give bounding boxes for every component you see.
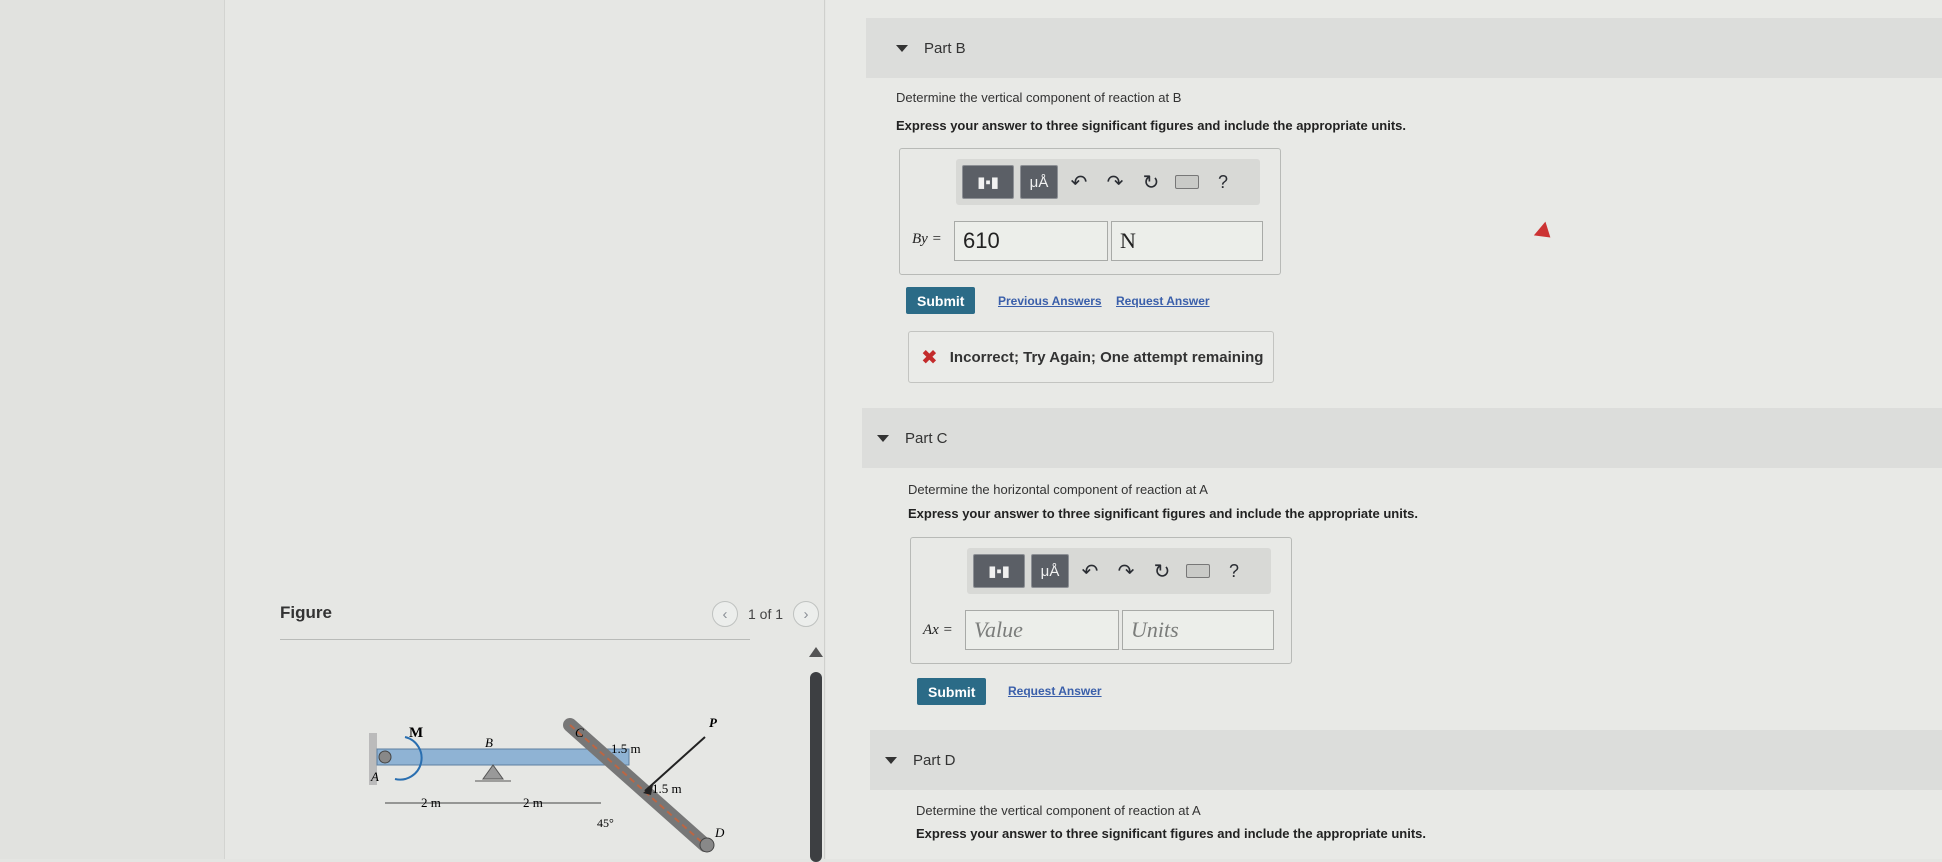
dim-pd-text: 1.5 m xyxy=(652,781,682,796)
feedback-text: Incorrect; Try Again; One attempt remain… xyxy=(949,348,1264,366)
collapse-caret-icon xyxy=(896,44,908,52)
figure-scrollbar-thumb[interactable] xyxy=(810,672,822,862)
part-b-value-input[interactable]: 610 xyxy=(954,221,1108,261)
collapse-caret-icon xyxy=(885,756,897,764)
label-m: M xyxy=(409,725,423,741)
label-c: C xyxy=(575,725,584,740)
part-b-variable-label: By = xyxy=(912,231,942,247)
redo-icon[interactable]: ↷ xyxy=(1100,165,1130,199)
part-c-question: Determine the horizontal component of re… xyxy=(908,482,1208,497)
request-answer-link-c[interactable]: Request Answer xyxy=(1008,684,1102,698)
beam-diagram: M A B C P D 2 m 2 m 1.5 m 1.5 m 45° xyxy=(369,715,725,853)
part-d-question: Determine the vertical component of reac… xyxy=(916,803,1201,818)
label-d: D xyxy=(714,825,725,840)
left-gutter xyxy=(0,0,225,859)
label-p: P xyxy=(709,715,718,730)
template-icon: ▮▪▮ xyxy=(988,563,1010,580)
part-c-toolbar: ▮▪▮ μÅ ↶ ↷ ↻ ? xyxy=(967,548,1271,594)
dim-bc-text: 2 m xyxy=(523,795,543,810)
pager-text: 1 of 1 xyxy=(748,606,784,622)
template-icon: ▮▪▮ xyxy=(977,174,999,191)
keyboard-icon[interactable] xyxy=(1172,165,1202,199)
figure-divider xyxy=(280,639,750,640)
label-a: A xyxy=(370,769,379,784)
help-button[interactable]: ? xyxy=(1208,165,1238,199)
reset-icon[interactable]: ↻ xyxy=(1147,554,1177,588)
part-c-instruction: Express your answer to three significant… xyxy=(908,506,1418,521)
part-c-units-input[interactable]: Units xyxy=(1122,610,1274,650)
part-b-instruction: Express your answer to three significant… xyxy=(896,118,1406,133)
collapse-caret-icon xyxy=(877,434,889,442)
undo-icon[interactable]: ↶ xyxy=(1075,554,1105,588)
next-figure-button[interactable]: › xyxy=(793,601,820,627)
part-c-header[interactable]: Part C xyxy=(862,408,1942,468)
part-d-instruction: Express your answer to three significant… xyxy=(916,826,1426,841)
scroll-up-arrow-icon[interactable] xyxy=(809,647,823,657)
part-c-value-input[interactable]: Value xyxy=(965,610,1119,650)
template-button[interactable]: ▮▪▮ xyxy=(962,165,1014,199)
redo-icon[interactable]: ↷ xyxy=(1111,554,1141,588)
reset-icon[interactable]: ↻ xyxy=(1136,165,1166,199)
part-c-answer-box: ▮▪▮ μÅ ↶ ↷ ↻ ? Ax = Value Units xyxy=(910,537,1292,664)
figure-pager: ‹ 1 of 1 › xyxy=(712,601,820,627)
figure-label: Figure xyxy=(280,603,332,622)
part-b-title: Part B xyxy=(924,39,966,57)
figure-panel: Figure ‹ 1 of 1 › M A B C P D 2 m 2 m 1.… xyxy=(225,0,825,862)
part-c-submit-button[interactable]: Submit xyxy=(917,678,987,705)
help-button[interactable]: ? xyxy=(1219,554,1249,588)
part-b-question: Determine the vertical component of reac… xyxy=(896,90,1182,105)
mouse-cursor-icon xyxy=(1533,221,1557,245)
chevron-left-icon: ‹ xyxy=(722,605,728,623)
units-button[interactable]: μÅ xyxy=(1020,165,1058,199)
part-b-units-input[interactable]: N xyxy=(1111,221,1263,261)
request-answer-link-b[interactable]: Request Answer xyxy=(1116,294,1210,308)
part-b-feedback: ✖ Incorrect; Try Again; One attempt rema… xyxy=(908,331,1274,383)
angle-text: 45° xyxy=(597,816,614,830)
prev-figure-button[interactable]: ‹ xyxy=(712,601,738,627)
part-d-header[interactable]: Part D xyxy=(870,730,1942,790)
undo-icon[interactable]: ↶ xyxy=(1064,165,1094,199)
dim-cp-text: 1.5 m xyxy=(611,741,641,756)
dim-ab-text: 2 m xyxy=(421,795,441,810)
part-b-toolbar: ▮▪▮ μÅ ↶ ↷ ↻ ? xyxy=(956,159,1260,205)
pin-a xyxy=(378,750,392,764)
previous-answers-link[interactable]: Previous Answers xyxy=(998,294,1102,308)
part-d-title: Part D xyxy=(913,751,956,769)
part-b-header[interactable]: Part B xyxy=(866,18,1942,78)
part-b-answer-box: ▮▪▮ μÅ ↶ ↷ ↻ ? By = 610 N xyxy=(899,148,1281,275)
part-c-title: Part C xyxy=(905,429,948,447)
roller-b xyxy=(482,764,504,780)
part-b-submit-button[interactable]: Submit xyxy=(906,287,976,314)
pin-d xyxy=(699,837,715,853)
part-c-variable-label: Ax = xyxy=(923,622,953,638)
error-x-icon: ✖ xyxy=(921,346,938,369)
template-button[interactable]: ▮▪▮ xyxy=(973,554,1025,588)
main-content: Part B Determine the vertical component … xyxy=(826,0,1942,859)
label-b: B xyxy=(485,735,493,750)
keyboard-icon[interactable] xyxy=(1183,554,1213,588)
chevron-right-icon: › xyxy=(803,605,809,623)
units-button[interactable]: μÅ xyxy=(1031,554,1069,588)
